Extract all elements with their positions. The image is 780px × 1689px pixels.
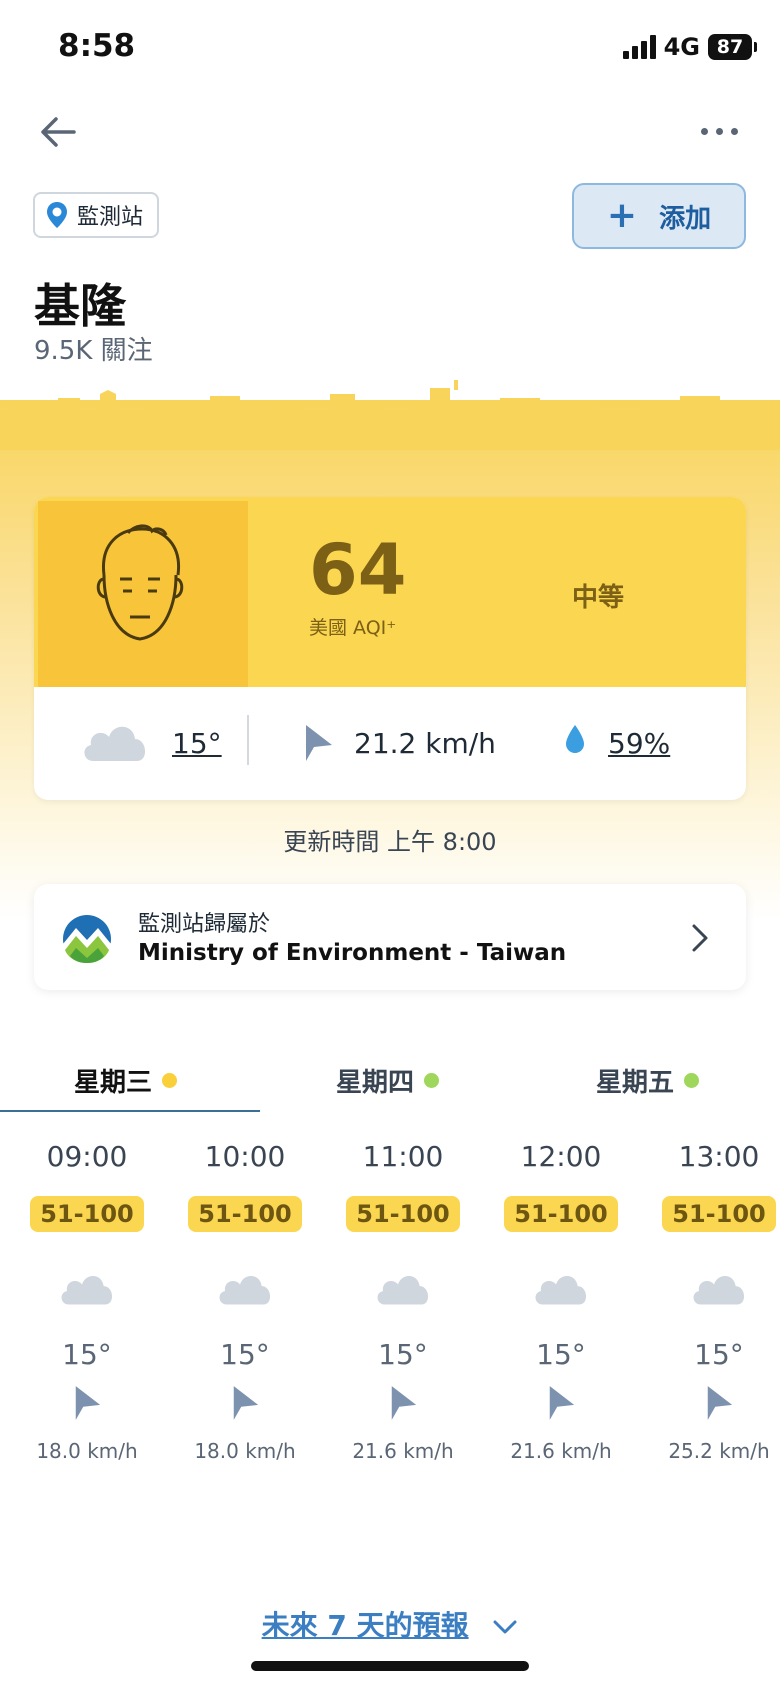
updated-time: 更新時間 上午 8:00: [283, 828, 497, 856]
cloud-icon: [693, 1275, 745, 1305]
chevron-down-icon: [493, 1620, 517, 1634]
humidity-drop-icon: [566, 725, 584, 753]
chevron-right-icon: [692, 924, 708, 952]
location-pin-icon: [47, 202, 67, 228]
cloud-icon: [219, 1275, 271, 1305]
current-weather-row: 15° 21.2 km/h 59%: [34, 687, 746, 800]
battery-level: 87: [716, 36, 744, 58]
hourly-item: 09:00 51-100 15° 18.0 km/h: [17, 1140, 157, 1463]
hour-temperature: 15°: [536, 1338, 586, 1371]
cloud-icon: [61, 1275, 113, 1305]
wind-direction-icon: [233, 1386, 259, 1420]
home-indicator[interactable]: [251, 1661, 529, 1671]
back-arrow-icon[interactable]: [36, 110, 80, 154]
wind-direction-icon: [75, 1386, 101, 1420]
add-button[interactable]: + 添加: [572, 183, 746, 249]
cloud-icon: [84, 726, 146, 761]
more-options-icon[interactable]: [694, 116, 744, 146]
station-chip-label: 監測站: [77, 205, 144, 230]
aqi-range-badge: 51-100: [188, 1196, 302, 1232]
hourly-item: 11:00 51-100 15° 21.6 km/h: [333, 1140, 473, 1463]
network-type: 4G: [663, 33, 700, 61]
aqi-level: 中等: [572, 583, 625, 613]
hour-wind-speed: 21.6 km/h: [352, 1439, 454, 1463]
skyline-illustration: [0, 380, 780, 450]
aqi-range-badge: 51-100: [346, 1196, 460, 1232]
cloud-icon: [535, 1275, 587, 1305]
wind-direction-icon: [306, 725, 332, 761]
followers-count: 9.5K 關注: [34, 336, 153, 366]
aqi-status-dot: [684, 1072, 700, 1088]
aqi-range-badge: 51-100: [662, 1196, 776, 1232]
hour-wind-speed: 18.0 km/h: [36, 1439, 138, 1463]
tab-friday[interactable]: 星期五: [596, 1050, 700, 1110]
tab-label: 星期三: [74, 1067, 153, 1098]
hour-time: 11:00: [362, 1140, 444, 1173]
tab-label: 星期四: [336, 1067, 415, 1098]
hourly-item: 12:00 51-100 15° 21.6 km/h: [491, 1140, 631, 1463]
station-type-chip: 監測站: [33, 192, 160, 238]
city-name: 基隆: [34, 279, 126, 333]
tab-thursday[interactable]: 星期四: [336, 1050, 440, 1110]
day-tabs: 星期三 星期四 星期五: [0, 1050, 780, 1112]
wind-direction-icon: [391, 1386, 417, 1420]
hour-time: 13:00: [678, 1140, 760, 1173]
battery-icon: 87: [708, 34, 757, 60]
hour-temperature: 15°: [220, 1338, 270, 1371]
hour-time: 10:00: [204, 1140, 286, 1173]
aqi-card[interactable]: 64 美國 AQI⁺ 中等 15° 21.2 km/h 59%: [34, 497, 746, 800]
hour-time: 09:00: [46, 1140, 128, 1173]
current-humidity[interactable]: 59%: [608, 727, 670, 760]
ministry-logo-icon: [63, 915, 111, 963]
signal-icon: [622, 35, 656, 59]
aqi-face-panel: [38, 501, 248, 687]
face-icon: [96, 524, 184, 641]
hourly-item: 10:00 51-100 15° 18.0 km/h: [175, 1140, 315, 1463]
wind-direction-icon: [549, 1386, 575, 1420]
status-indicators: 4G 87: [622, 32, 757, 62]
aqi-range-badge: 51-100: [504, 1196, 618, 1232]
divider: [247, 715, 249, 765]
hour-temperature: 15°: [694, 1338, 744, 1371]
aqi-scale-label: 美國 AQI⁺: [309, 617, 397, 639]
seven-day-forecast-link[interactable]: 未來 7 天的預報: [0, 1604, 780, 1644]
add-button-label: 添加: [659, 203, 712, 234]
hour-temperature: 15°: [378, 1338, 428, 1371]
hour-temperature: 15°: [62, 1338, 112, 1371]
forecast-link-label: 未來 7 天的預報: [261, 1609, 469, 1642]
current-wind-speed: 21.2 km/h: [354, 727, 496, 760]
hour-wind-speed: 25.2 km/h: [668, 1439, 770, 1463]
tab-wednesday[interactable]: 星期三: [74, 1050, 178, 1110]
cloud-icon: [377, 1275, 429, 1305]
aqi-range-badge: 51-100: [30, 1196, 144, 1232]
selected-tab-indicator: [0, 1110, 260, 1112]
hour-time: 12:00: [520, 1140, 602, 1173]
hourly-item: 13:00 51-100 15° 25.2 km/h: [649, 1140, 780, 1463]
aqi-value: 64: [309, 529, 407, 611]
hour-wind-speed: 18.0 km/h: [194, 1439, 296, 1463]
plus-icon: +: [606, 195, 638, 236]
status-time: 8:58: [58, 28, 136, 64]
current-temperature[interactable]: 15°: [172, 727, 222, 760]
hour-wind-speed: 21.6 km/h: [510, 1439, 612, 1463]
aqi-status-dot: [162, 1072, 178, 1088]
aqi-status-dot: [424, 1072, 440, 1088]
station-owner-card[interactable]: 監測站歸屬於 Ministry of Environment - Taiwan: [34, 884, 746, 990]
owner-name: Ministry of Environment - Taiwan: [138, 940, 567, 966]
owner-caption: 監測站歸屬於: [138, 912, 271, 937]
tab-label: 星期五: [596, 1067, 675, 1098]
wind-direction-icon: [707, 1386, 733, 1420]
